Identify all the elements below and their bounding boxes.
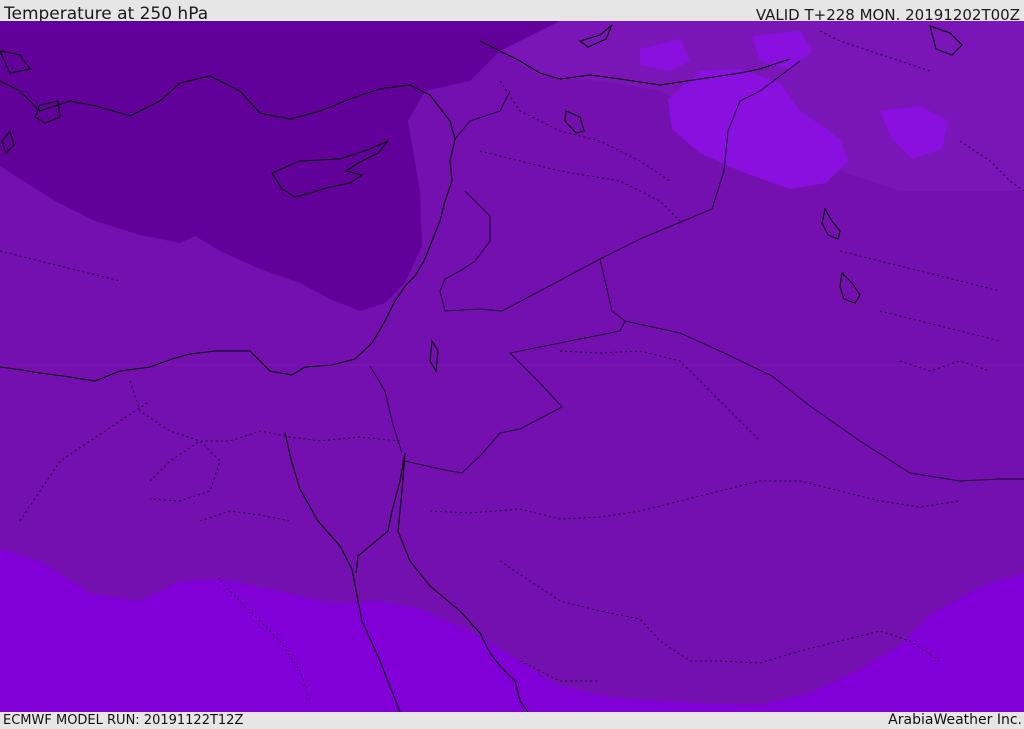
footer-bar: ECMWF MODEL RUN: 20191122T12Z ArabiaWeat… bbox=[0, 712, 1024, 729]
credit-label: ArabiaWeather Inc. bbox=[888, 712, 1022, 728]
map-viewer: Temperature at 250 hPa VALID T+228 MON. … bbox=[0, 0, 1024, 729]
header-bar: Temperature at 250 hPa VALID T+228 MON. … bbox=[0, 0, 1024, 24]
model-run-label: ECMWF MODEL RUN: 20191122T12Z bbox=[3, 713, 244, 728]
map-canvas bbox=[0, 21, 1024, 712]
temperature-map[interactable] bbox=[0, 21, 1024, 712]
